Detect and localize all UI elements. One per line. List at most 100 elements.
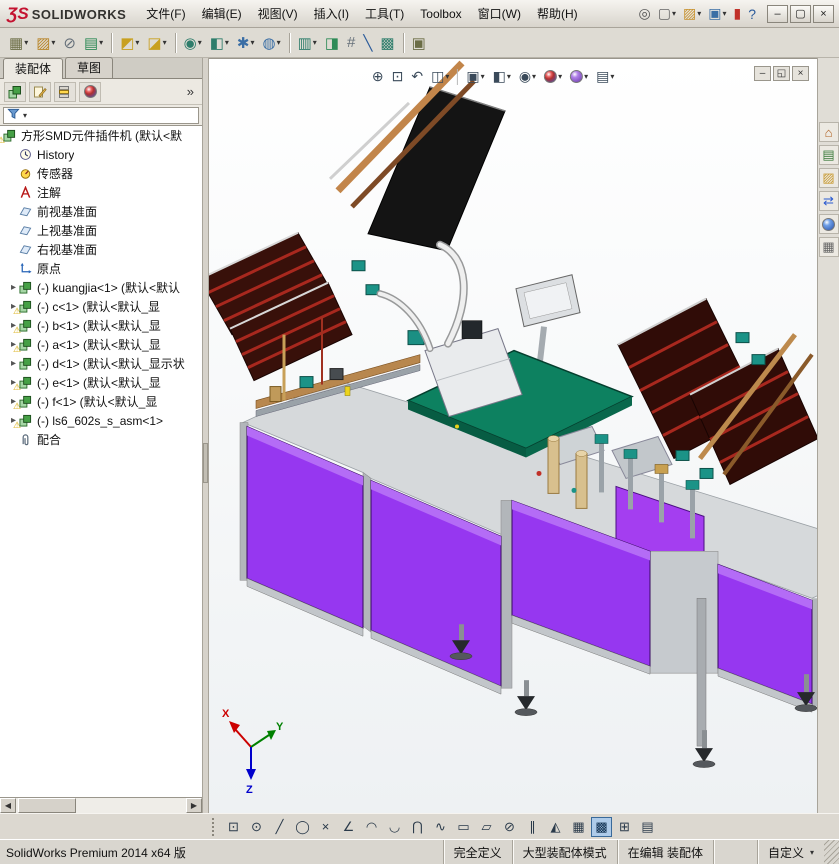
menu-item[interactable]: 文件(F) [138,1,193,26]
propertymanager-tab[interactable] [29,81,51,102]
document-restore-button[interactable]: ◱ [773,66,790,81]
filter-input[interactable]: ▾ [3,106,199,124]
view-orientation-button[interactable]: ▣ ▾ [463,67,487,86]
help-button[interactable]: ? [745,5,759,23]
table-tool-button[interactable]: ⊞ [614,817,635,837]
previous-view-button[interactable]: ↶ [408,67,426,86]
splitter-grip[interactable] [203,443,208,483]
tree-item[interactable]: ▸ ⚠ (-) c<1> (默认<默认_显 [0,297,202,316]
tree-item[interactable]: History [0,145,202,164]
maximize-button[interactable]: ▢ [790,4,811,23]
menu-item[interactable]: 窗口(W) [470,1,529,26]
tree-item[interactable]: 原点 [0,259,202,278]
graphics-area[interactable]: ⊕ ⊡ ↶ ◫ ▾ ▣ ▾ ◧ ▾ ◉ ▾ ▾ ▾ ▤ ▾ – ◱ × X Y Z [209,58,817,813]
toolbar-grip[interactable] [212,817,216,836]
interference-detection-button[interactable]: # [343,31,359,55]
minimize-button[interactable]: – [767,4,788,23]
tree-item[interactable]: 注解 [0,183,202,202]
sheet-tool-button[interactable]: ▤ [637,817,658,837]
tree-item[interactable]: 传感器 [0,164,202,183]
model-center-machine[interactable] [376,240,523,418]
component-pattern-button[interactable]: ◩ ▾ [116,31,143,55]
menu-item[interactable]: 工具(T) [357,1,412,26]
hide-show-items-button[interactable]: ◉ ▾ [516,67,539,86]
exploded-view-button[interactable]: ◨ [321,31,343,55]
instant-3d-button[interactable]: ▣ [408,31,430,55]
tree-item[interactable]: ⚠ 方形SMD元件插件机 (默认<默 [0,126,202,145]
configurationmanager-tab[interactable] [54,81,76,102]
tree-item[interactable]: ▸ ⚠ (-) b<1> (默认<默认_显 [0,316,202,335]
assembly-features-button[interactable]: ✱ ▾ [233,31,259,55]
centerpoint-arc-tool-button[interactable]: ◠ [361,817,382,837]
new-document-button[interactable]: ▢ ▾ [655,4,679,23]
edit-assembly-button[interactable]: ▦ ▾ [5,31,32,55]
featuremanager-tab[interactable] [4,81,26,102]
scroll-left-button[interactable]: ◀ [0,798,16,813]
display-style-button[interactable]: ◧ ▾ [490,67,514,86]
rectangle-tool-button[interactable]: ▭ [453,817,474,837]
file-explorer-tab[interactable]: ▨ [818,168,839,188]
tree-item[interactable]: 配合 [0,430,202,449]
section-view-button[interactable]: ◫ ▾ [428,67,452,86]
apply-scene-button[interactable]: ▾ [567,69,591,84]
bill-of-materials-button[interactable]: ▥ ▾ [294,31,321,55]
tree-item[interactable]: ▸ ⚠ (-) f<1> (默认<默认_显 [0,392,202,411]
tree-item[interactable]: ▸ ⚠ (-) a<1> (默认<默认_显 [0,335,202,354]
reference-geometry-button[interactable]: ◍ ▾ [259,31,285,55]
search-button[interactable]: ◎ [636,4,654,23]
design-library-tab[interactable]: ▤ [818,145,839,165]
menu-item[interactable]: 编辑(E) [194,1,250,26]
resize-grip[interactable] [824,840,839,864]
solidworks-resources-tab[interactable]: ⌂ [818,122,839,142]
save-document-button[interactable]: ▣ ▾ [705,4,729,23]
menu-item[interactable]: 帮助(H) [529,1,586,26]
tree-item[interactable]: ▸ ⚠ (-) e<1> (默认<默认_显 [0,373,202,392]
tree-item[interactable]: 前视基准面 [0,202,202,221]
tree-item[interactable]: ▸ ⚠ (-) ls6_602s_s_asm<1> [0,411,202,430]
open-document-button[interactable]: ▨ ▾ [680,4,704,23]
attachments-button[interactable]: ⊘ [59,31,80,55]
scroll-right-button[interactable]: ▶ [186,798,202,813]
menu-item[interactable]: 插入(I) [306,1,357,26]
expander-icon[interactable]: ▸ [8,282,19,293]
tree-item[interactable]: ▸ (-) kuangjia<1> (默认<默认 [0,278,202,297]
spline-tool-button[interactable]: ∿ [430,817,451,837]
menu-item[interactable]: Toolbox [412,3,469,25]
panel-overflow-button[interactable]: » [183,84,198,99]
offset-tool-button[interactable]: ∥ [522,817,543,837]
move-component-button[interactable]: ◉ ▾ [180,31,206,55]
parallelogram-tool-button[interactable]: ▱ [476,817,497,837]
filter-caret-icon[interactable]: ▾ [23,111,27,120]
assembly-model-3d[interactable] [209,59,817,813]
model-top-screen-rack[interactable] [328,60,506,252]
menu-item[interactable]: 视图(V) [250,1,306,26]
custom-properties-tab[interactable]: ▦ [818,237,839,257]
point-tool-button[interactable]: ⊡ [223,817,244,837]
tree-item[interactable]: ▸ (-) d<1> (默认<默认_显示状 [0,354,202,373]
expander-icon[interactable]: ▸ [8,358,19,369]
panel-tab[interactable]: 草图 [65,57,114,78]
tree-item[interactable]: 上视基准面 [0,221,202,240]
mate-button[interactable]: ▤ ▾ [80,31,107,55]
mirror-tool-button[interactable]: ◭ [545,817,566,837]
measure-button[interactable]: ╲ [359,31,376,55]
show-hidden-components-button[interactable]: ◧ ▾ [206,31,233,55]
tree-item[interactable]: 右视基准面 [0,240,202,259]
custom-dropdown[interactable]: 自定义 ▾ [756,840,824,864]
smart-fasteners-button[interactable]: ◪ ▾ [143,31,170,55]
view-palette-tab[interactable]: ⇄ [818,191,839,211]
linear-pattern-tool-button[interactable]: ▦ [568,817,589,837]
line-tool-button[interactable]: ╱ [269,817,290,837]
close-button[interactable]: × [813,4,834,23]
insert-components-button[interactable]: ▨ ▾ [32,31,59,55]
appearances-scenes-tab[interactable] [818,214,839,234]
document-minimize-button[interactable]: – [754,66,771,81]
panel-tab[interactable]: 装配体 [3,58,64,79]
angle-line-tool-button[interactable]: ∠ [338,817,359,837]
appearances-tab[interactable] [79,81,101,102]
tangent-arc-tool-button[interactable]: ◡ [384,817,405,837]
three-point-arc-tool-button[interactable]: ⋂ [407,817,428,837]
model-left-pcb-racks[interactable] [209,231,380,382]
solidworks-resources-button[interactable]: ▮ [730,4,744,23]
circle-tool-button[interactable]: ⊙ [246,817,267,837]
